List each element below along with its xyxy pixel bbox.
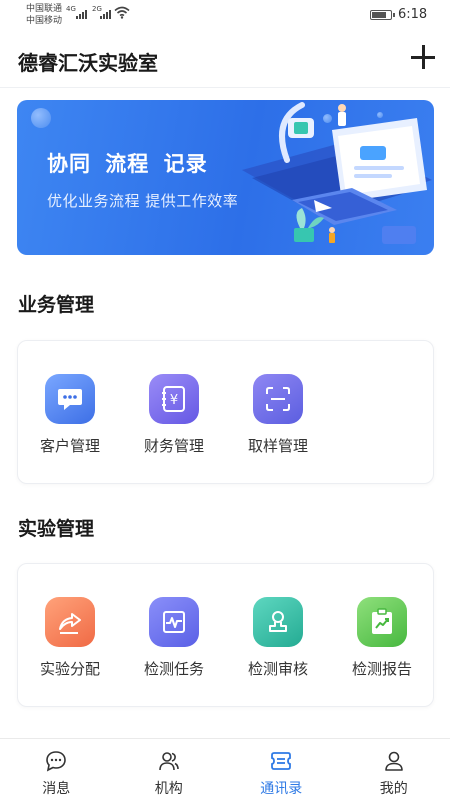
user-stamp-icon (253, 597, 303, 647)
share-arrow-icon (45, 597, 95, 647)
app-label: 检测审核 (247, 660, 308, 678)
chat-bubble-icon (45, 374, 95, 424)
nav-item-mine[interactable]: 我的 (338, 739, 450, 800)
app-sampling-management[interactable]: 取样管理 (238, 374, 318, 456)
svg-text:¥: ¥ (170, 393, 178, 408)
app-finance-management[interactable]: ¥ 财务管理 (134, 374, 214, 456)
user-icon (384, 751, 403, 771)
app-label: 检测报告 (351, 660, 412, 678)
nav-item-messages[interactable]: 消息 (0, 739, 113, 800)
app-label: 检测任务 (143, 660, 204, 678)
carrier-2: 中国移动 (26, 16, 63, 26)
banner-subtitle: 优化业务流程 提供工作效率 (47, 192, 239, 210)
clipboard-chart-icon (357, 597, 407, 647)
nav-label: 我的 (379, 781, 408, 797)
page-title: 德睿汇沃实验室 (18, 51, 158, 75)
app-label: 取样管理 (247, 437, 308, 455)
office-illustration (242, 102, 432, 244)
app-testing-review[interactable]: 检测审核 (238, 597, 318, 679)
message-icon (46, 751, 67, 772)
nav-label: 通讯录 (260, 781, 303, 797)
signal-icon (76, 7, 87, 19)
nav-label: 消息 (42, 781, 71, 797)
nav-item-contacts[interactable]: 通讯录 (225, 739, 338, 800)
wifi-icon (114, 6, 130, 19)
contacts-card-icon (271, 752, 292, 770)
app-testing-tasks[interactable]: 检测任务 (134, 597, 214, 679)
bottom-nav: 消息 机构 通讯录 我的 (0, 738, 450, 800)
section-title-lab: 实验管理 (18, 518, 95, 540)
nav-label: 机构 (154, 781, 183, 797)
app-header: 德睿汇沃实验室 (0, 30, 450, 88)
signal-icon-2 (100, 7, 111, 19)
lab-card: 实验分配 检测任务 检测审核 检测报告 (17, 563, 434, 707)
app-experiment-allocation[interactable]: 实验分配 (30, 597, 110, 679)
carrier-info: 中国联通 中国移动 (26, 3, 62, 27)
section-title-business: 业务管理 (18, 294, 95, 316)
business-card: 客户管理 ¥ 财务管理 取样管理 (17, 340, 434, 484)
app-customer-management[interactable]: 客户管理 (30, 374, 110, 456)
battery-level (372, 12, 387, 18)
network-type-1: 4G (66, 5, 76, 13)
clock: 6:18 (398, 7, 428, 22)
plus-icon[interactable] (410, 44, 436, 70)
nav-item-organization[interactable]: 机构 (113, 739, 226, 800)
decor-bubble (31, 108, 51, 128)
status-bar: 中国联通 中国移动 4G 2G 6:18 (0, 0, 450, 30)
promo-banner[interactable]: 协同 流程 记录 优化业务流程 提供工作效率 (17, 100, 434, 255)
ledger-icon: ¥ (149, 374, 199, 424)
carrier-1: 中国联通 (26, 4, 63, 14)
app-label: 客户管理 (39, 437, 100, 455)
app-label: 财务管理 (143, 437, 204, 455)
app-testing-report[interactable]: 检测报告 (342, 597, 422, 679)
banner-headline: 协同 流程 记录 (47, 152, 208, 176)
battery-icon (370, 10, 395, 20)
monitor-wave-icon (149, 597, 199, 647)
people-icon (158, 752, 179, 771)
app-label: 实验分配 (39, 660, 100, 678)
scan-icon (253, 374, 303, 424)
